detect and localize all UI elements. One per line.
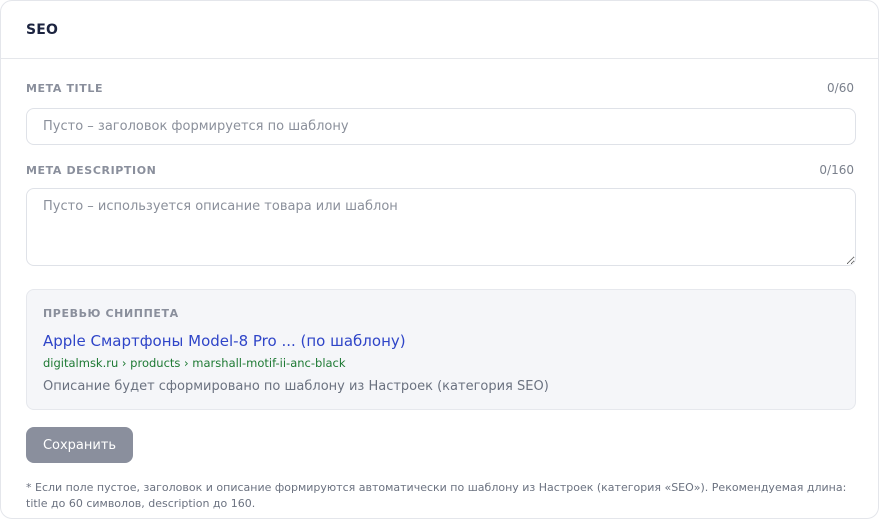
meta-title-header: META TITLE 0/60 [26, 79, 854, 97]
meta-title-input[interactable] [26, 108, 856, 145]
card-body: META TITLE 0/60 META DESCRIPTION 0/160 П… [1, 79, 878, 512]
card-title: SEO [26, 21, 59, 38]
snippet-description: Описание будет сформировано по шаблону и… [43, 379, 549, 394]
save-button[interactable]: Сохранить [26, 427, 133, 463]
footnote: * Если поле пустое, заголовок и описание… [26, 481, 847, 510]
snippet-preview-label: ПРЕВЬЮ СНИППЕТА [43, 307, 179, 320]
card-header: SEO [1, 1, 878, 59]
meta-description-textarea[interactable] [26, 188, 856, 266]
snippet-url: digitalmsk.ru › products › marshall-moti… [43, 356, 346, 370]
snippet-preview: ПРЕВЬЮ СНИППЕТА Apple Смартфоны Model-8 … [26, 289, 856, 410]
meta-description-label: META DESCRIPTION [26, 163, 157, 177]
seo-card: SEO META TITLE 0/60 META DESCRIPTION 0/1… [0, 0, 879, 519]
snippet-title-link[interactable]: Apple Смартфоны Model-8 Pro ... (по шабл… [43, 332, 839, 350]
meta-description-counter: 0/160 [819, 163, 854, 177]
meta-title-counter: 0/60 [827, 81, 854, 95]
meta-title-label: META TITLE [26, 81, 104, 95]
meta-description-header: META DESCRIPTION 0/160 [26, 161, 854, 179]
